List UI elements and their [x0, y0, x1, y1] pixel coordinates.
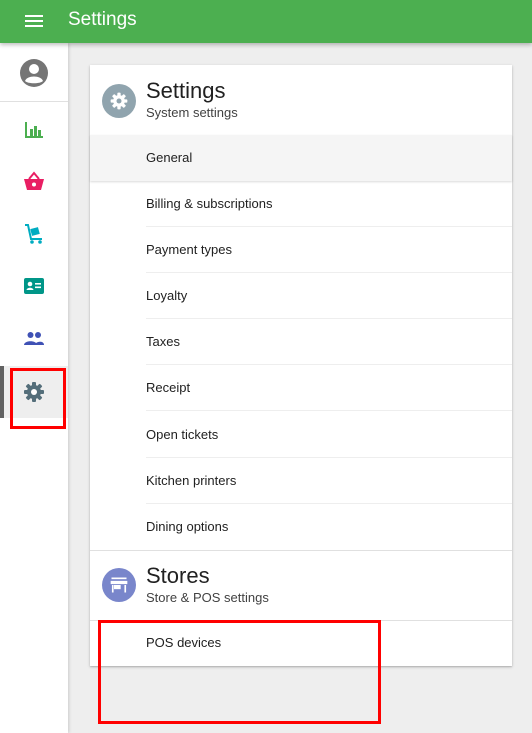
settings-item-open-tickets[interactable]: Open tickets	[90, 412, 512, 458]
sidebar-item-employees[interactable]	[0, 312, 68, 364]
sidebar-item-settings[interactable]	[0, 366, 68, 418]
page-title: Settings	[68, 9, 137, 30]
settings-item-label: Taxes	[146, 334, 180, 349]
settings-card: Settings System settings General Billing…	[90, 65, 512, 666]
settings-item-kitchen-printers[interactable]: Kitchen printers	[90, 458, 512, 504]
settings-item-label: Payment types	[146, 242, 232, 257]
menu-icon[interactable]	[24, 12, 44, 30]
settings-section-header: Settings System settings	[90, 65, 512, 135]
cart-icon	[25, 224, 42, 244]
app-bar: Settings	[0, 0, 532, 43]
settings-item-label: General	[146, 150, 193, 165]
section-subtitle: System settings	[146, 105, 238, 120]
sidebar-item-customers[interactable]	[0, 260, 68, 312]
sidebar	[0, 43, 68, 733]
people-icon	[24, 332, 44, 345]
section-subtitle: Store & POS settings	[146, 590, 269, 605]
settings-item-label: Kitchen printers	[146, 473, 237, 488]
settings-item-dining-options[interactable]: Dining options	[90, 504, 512, 550]
section-title: Stores	[146, 563, 210, 588]
settings-item-label: Loyalty	[146, 288, 188, 303]
settings-item-receipt[interactable]: Receipt	[90, 365, 512, 411]
gear-icon	[24, 382, 44, 402]
stores-item-pos-devices[interactable]: POS devices	[90, 620, 512, 666]
settings-item-loyalty[interactable]: Loyalty	[90, 273, 512, 319]
settings-item-payment-types[interactable]: Payment types	[90, 227, 512, 273]
gear-icon	[102, 84, 136, 118]
settings-item-general[interactable]: General	[90, 135, 512, 181]
stores-section-header: Stores Store & POS settings	[90, 550, 512, 620]
bar-chart-icon	[25, 122, 43, 138]
contact-card-icon	[24, 278, 44, 294]
settings-item-billing[interactable]: Billing & subscriptions	[90, 181, 512, 227]
basket-icon	[24, 171, 44, 190]
sidebar-divider	[0, 101, 68, 102]
sidebar-item-reports[interactable]	[0, 104, 68, 156]
sidebar-item-inventory[interactable]	[0, 208, 68, 260]
sidebar-item-items[interactable]	[0, 156, 68, 208]
settings-item-label: Dining options	[146, 519, 229, 534]
store-icon	[102, 568, 136, 602]
settings-item-label: Receipt	[146, 380, 191, 395]
section-title: Settings	[146, 78, 226, 103]
account-circle-icon[interactable]	[19, 58, 49, 88]
settings-item-label: Open tickets	[146, 427, 219, 442]
settings-item-label: Billing & subscriptions	[146, 196, 273, 211]
stores-item-label: POS devices	[146, 635, 222, 650]
settings-item-taxes[interactable]: Taxes	[90, 319, 512, 365]
